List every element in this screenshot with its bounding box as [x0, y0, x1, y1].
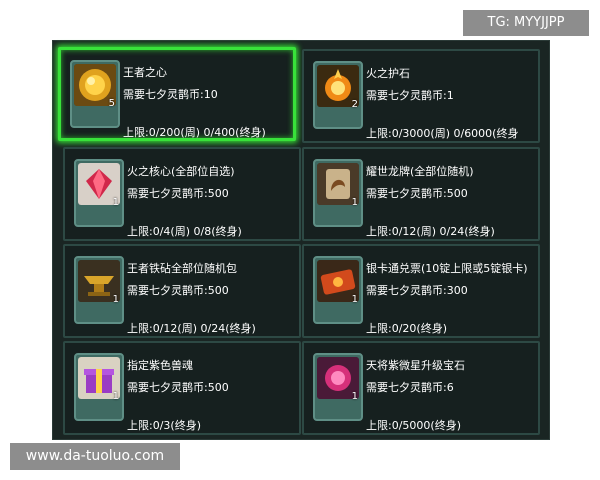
item-quantity: 2 — [351, 99, 358, 110]
item-limit: 上限:0/5000(终身) — [366, 419, 461, 432]
shop-item-card[interactable]: 5 王者之心 需要七夕灵鹊币:10 上限:0/200(周) 0/400(终身) — [58, 47, 296, 141]
item-quantity: 5 — [108, 98, 115, 109]
item-slot[interactable]: 5 — [70, 60, 120, 128]
item-limit: 上限:0/20(终身) — [366, 322, 447, 335]
item-name: 王者铁砧全部位随机包 — [127, 262, 237, 275]
item-cost: 需要七夕灵鹊币:300 — [366, 284, 468, 297]
watermark-top: TG: MYYJJPP — [463, 10, 589, 36]
item-cost: 需要七夕灵鹊币:500 — [127, 284, 229, 297]
item-slot[interactable]: 2 — [313, 61, 363, 129]
item-limit: 上限:0/12(周) 0/24(终身) — [366, 225, 495, 238]
item-quantity: 1 — [351, 197, 358, 208]
item-slot[interactable]: 1 — [313, 159, 363, 227]
item-limit: 上限:0/3000(周) 0/6000(终身 — [366, 127, 519, 140]
item-cost: 需要七夕灵鹊币:500 — [366, 187, 468, 200]
shop-item-card[interactable]: 1 银卡通兑票(10锭上限或5锭银卡) 需要七夕灵鹊币:300 上限:0/20(… — [302, 244, 540, 338]
item-quantity: 1 — [112, 294, 119, 305]
item-cost: 需要七夕灵鹊币:1 — [366, 89, 454, 102]
item-cost: 需要七夕灵鹊币:10 — [123, 88, 218, 101]
item-name: 王者之心 — [123, 66, 167, 79]
item-limit: 上限:0/4(周) 0/8(终身) — [127, 225, 242, 238]
watermark-bottom: www.da-tuoluo.com — [10, 443, 180, 470]
item-slot[interactable]: 1 — [74, 159, 124, 227]
item-cost: 需要七夕灵鹊币:6 — [366, 381, 454, 394]
item-quantity: 1 — [351, 391, 358, 402]
shop-item-card[interactable]: 1 指定紫色兽魂 需要七夕灵鹊币:500 上限:0/3(终身) — [63, 341, 301, 435]
item-limit: 上限:0/3(终身) — [127, 419, 201, 432]
item-name: 火之核心(全部位自选) — [127, 165, 235, 178]
item-limit: 上限:0/12(周) 0/24(终身) — [127, 322, 256, 335]
item-cost: 需要七夕灵鹊币:500 — [127, 187, 229, 200]
shop-item-card[interactable]: 1 王者铁砧全部位随机包 需要七夕灵鹊币:500 上限:0/12(周) 0/24… — [63, 244, 301, 338]
item-limit: 上限:0/200(周) 0/400(终身) — [123, 126, 266, 139]
shop-item-card[interactable]: 1 天将紫微星升级宝石 需要七夕灵鹊币:6 上限:0/5000(终身) — [302, 341, 540, 435]
item-slot[interactable]: 1 — [74, 353, 124, 421]
item-cost: 需要七夕灵鹊币:500 — [127, 381, 229, 394]
item-quantity: 1 — [351, 294, 358, 305]
item-quantity: 1 — [112, 197, 119, 208]
shop-item-card[interactable]: 1 耀世龙牌(全部位随机) 需要七夕灵鹊币:500 上限:0/12(周) 0/2… — [302, 147, 540, 241]
item-name: 天将紫微星升级宝石 — [366, 359, 465, 372]
item-name: 指定紫色兽魂 — [127, 359, 193, 372]
item-slot[interactable]: 1 — [313, 353, 363, 421]
shop-item-card[interactable]: 2 火之护石 需要七夕灵鹊币:1 上限:0/3000(周) 0/6000(终身 — [302, 49, 540, 143]
item-name: 耀世龙牌(全部位随机) — [366, 165, 474, 178]
item-slot[interactable]: 1 — [74, 256, 124, 324]
item-quantity: 1 — [112, 391, 119, 402]
item-slot[interactable]: 1 — [313, 256, 363, 324]
shop-item-card[interactable]: 1 火之核心(全部位自选) 需要七夕灵鹊币:500 上限:0/4(周) 0/8(… — [63, 147, 301, 241]
item-name: 火之护石 — [366, 67, 410, 80]
item-name: 银卡通兑票(10锭上限或5锭银卡) — [366, 262, 528, 275]
shop-panel: 5 王者之心 需要七夕灵鹊币:10 上限:0/200(周) 0/400(终身) … — [52, 40, 550, 440]
